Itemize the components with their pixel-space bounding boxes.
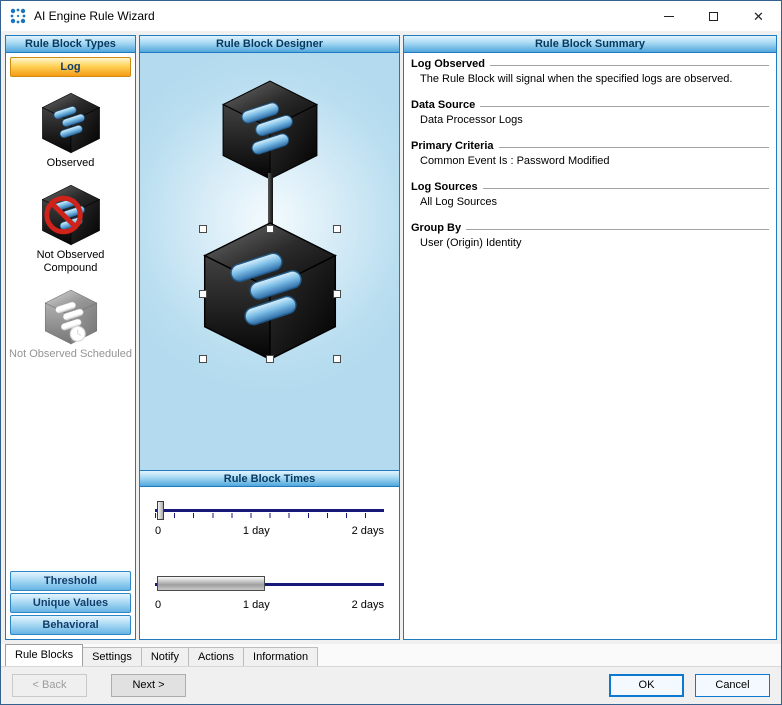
rule-block-summary-header: Rule Block Summary — [404, 36, 776, 53]
slider-label-0: 0 — [155, 599, 161, 611]
rule-block-designer-header: Rule Block Designer — [140, 36, 399, 53]
type-item-not-observed-compound[interactable]: Not Observed Compound — [9, 184, 132, 275]
type-label-observed: Observed — [9, 157, 132, 170]
category-behavioral-button[interactable]: Behavioral — [10, 615, 131, 635]
maximize-icon — [709, 12, 718, 21]
selection-handle-top-left[interactable] — [199, 225, 207, 233]
slider-label-1day: 1 day — [243, 525, 270, 537]
section-divider — [483, 188, 769, 189]
slider-labels: 0 1 day 2 days — [155, 525, 384, 537]
next-button[interactable]: Next > — [111, 674, 186, 697]
log-observed-cube-icon — [37, 92, 105, 154]
back-button: < Back — [12, 674, 87, 697]
logrhythm-logo-icon — [9, 7, 27, 25]
tab-information[interactable]: Information — [243, 647, 318, 666]
summary-section-data-source: Data Source Data Processor Logs — [411, 99, 769, 127]
rule-block-designer-panel: Rule Block Designer Rule Block Times — [139, 35, 400, 640]
selection-handle-bottom-middle[interactable] — [266, 355, 274, 363]
selection-handle-middle-left[interactable] — [199, 290, 207, 298]
tab-rule-blocks[interactable]: Rule Blocks — [5, 644, 83, 666]
rule-block-designer-canvas[interactable] — [140, 53, 399, 470]
section-heading-text: Log Sources — [411, 181, 478, 193]
tab-notify[interactable]: Notify — [141, 647, 189, 666]
section-heading: Group By — [411, 222, 769, 234]
left-spacer — [9, 375, 132, 570]
maximize-button[interactable] — [691, 1, 736, 31]
minimize-icon — [664, 16, 674, 17]
section-content: Common Event Is : Password Modified — [411, 155, 769, 168]
selection-handle-bottom-right[interactable] — [333, 355, 341, 363]
category-threshold-button[interactable]: Threshold — [10, 571, 131, 591]
wizard-tabstrip: Rule Blocks Settings Notify Actions Info… — [1, 644, 781, 667]
slider-tick-marks — [155, 513, 384, 518]
section-content: Data Processor Logs — [411, 114, 769, 127]
rule-block-times-header: Rule Block Times — [140, 470, 399, 487]
slider-label-2days: 2 days — [352, 599, 384, 611]
slider-label-1day: 1 day — [243, 599, 270, 611]
section-content: The Rule Block will signal when the spec… — [411, 73, 769, 86]
log-not-observed-cube-icon — [37, 184, 105, 246]
type-item-not-observed-scheduled: Not Observed Scheduled — [9, 289, 132, 361]
log-scheduled-cube-icon — [40, 289, 102, 345]
summary-section-group-by: Group By User (Origin) Identity — [411, 222, 769, 250]
section-content: User (Origin) Identity — [411, 237, 769, 250]
selected-rule-block[interactable] — [203, 229, 337, 359]
minimize-button[interactable] — [646, 1, 691, 31]
cancel-button[interactable]: Cancel — [695, 674, 770, 697]
titlebar: AI Engine Rule Wizard ✕ — [1, 1, 781, 31]
rule-block-types-header: Rule Block Types — [6, 36, 135, 53]
summary-section-log-observed: Log Observed The Rule Block will signal … — [411, 58, 769, 86]
summary-section-log-sources: Log Sources All Log Sources — [411, 181, 769, 209]
section-heading-text: Data Source — [411, 99, 475, 111]
ai-engine-rule-wizard-window: AI Engine Rule Wizard ✕ Rule Block Types… — [0, 0, 782, 705]
time-range-bar[interactable] — [157, 576, 265, 591]
observed-time-slider[interactable]: 0 1 day 2 days — [155, 509, 384, 537]
rule-block-types-body: Log Observed Not Observed Compound Not O… — [6, 53, 135, 639]
rule-block-summary-panel: Rule Block Summary Log Observed The Rule… — [403, 35, 777, 640]
section-content: All Log Sources — [411, 196, 769, 209]
section-divider — [499, 147, 769, 148]
tab-settings[interactable]: Settings — [82, 647, 142, 666]
section-heading: Log Observed — [411, 58, 769, 70]
time-range-slider[interactable]: 0 1 day 2 days — [155, 583, 384, 611]
section-heading-text: Group By — [411, 222, 461, 234]
type-item-observed[interactable]: Observed — [9, 92, 132, 170]
selection-handle-bottom-left[interactable] — [199, 355, 207, 363]
category-unique-values-button[interactable]: Unique Values — [10, 593, 131, 613]
type-label-not-observed-scheduled: Not Observed Scheduled — [9, 348, 132, 361]
selection-handle-middle-right[interactable] — [333, 290, 341, 298]
summary-section-primary-criteria: Primary Criteria Common Event Is : Passw… — [411, 140, 769, 168]
close-icon: ✕ — [753, 10, 764, 23]
section-divider — [480, 106, 769, 107]
selection-handle-top-middle[interactable] — [266, 225, 274, 233]
ok-button[interactable]: OK — [609, 674, 684, 697]
wizard-content: Rule Block Types Log Observed Not Observ… — [1, 31, 781, 644]
slider-thumb[interactable] — [157, 501, 164, 520]
slider-track[interactable] — [155, 583, 384, 586]
window-title: AI Engine Rule Wizard — [34, 9, 646, 23]
rule-block-times-body: 0 1 day 2 days 0 1 day 2 days — [140, 487, 399, 639]
section-heading-text: Primary Criteria — [411, 140, 494, 152]
rule-block-summary-body: Log Observed The Rule Block will signal … — [404, 53, 776, 639]
tab-actions[interactable]: Actions — [188, 647, 244, 666]
selection-handle-top-right[interactable] — [333, 225, 341, 233]
slider-label-0: 0 — [155, 525, 161, 537]
rule-block-types-panel: Rule Block Types Log Observed Not Observ… — [5, 35, 136, 640]
slider-labels: 0 1 day 2 days — [155, 599, 384, 611]
section-heading-text: Log Observed — [411, 58, 485, 70]
rule-block-cube-selected[interactable] — [199, 220, 341, 362]
wizard-footer: < Back Next > OK Cancel — [1, 667, 781, 704]
section-divider — [466, 229, 769, 230]
category-log-button[interactable]: Log — [10, 57, 131, 77]
type-label-not-observed-compound: Not Observed Compound — [9, 249, 132, 275]
close-button[interactable]: ✕ — [736, 1, 781, 31]
section-heading: Data Source — [411, 99, 769, 111]
section-divider — [490, 65, 769, 66]
section-heading: Primary Criteria — [411, 140, 769, 152]
section-heading: Log Sources — [411, 181, 769, 193]
rule-block-cube-top[interactable] — [219, 79, 321, 181]
slider-track[interactable] — [155, 509, 384, 512]
slider-label-2days: 2 days — [352, 525, 384, 537]
